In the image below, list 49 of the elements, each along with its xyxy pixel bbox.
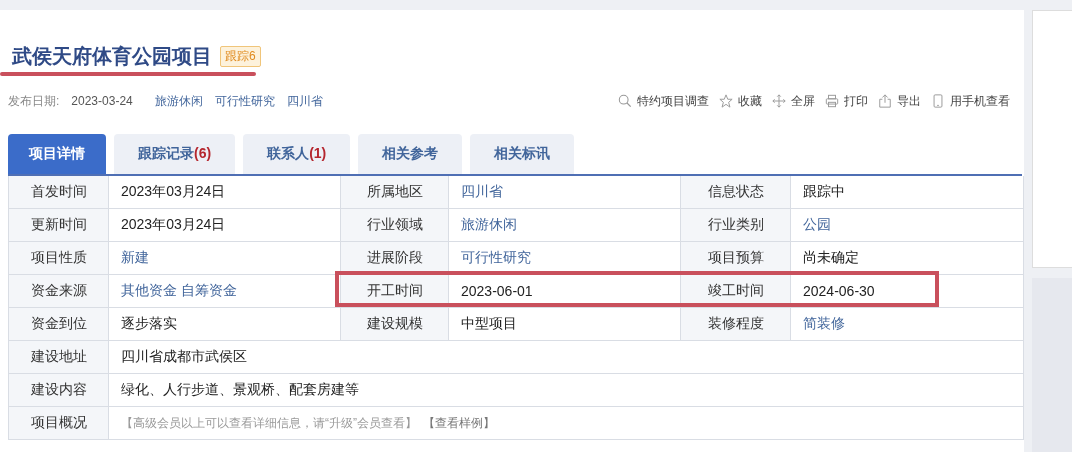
publish-date-label: 发布日期: <box>8 92 60 110</box>
tab[interactable]: 相关标讯 <box>470 134 575 174</box>
field-label: 项目预算 <box>681 242 791 274</box>
field-label: 建设地址 <box>9 341 109 373</box>
search-icon <box>618 94 633 108</box>
field-label: 所属地区 <box>341 176 449 208</box>
field-label: 资金到位 <box>9 308 109 340</box>
toolbar-action[interactable]: 导出 <box>878 92 922 110</box>
field-value[interactable]: 简装修 <box>791 308 1023 340</box>
toolbar-action[interactable]: 特约项目调查 <box>618 92 710 110</box>
printer-icon <box>825 94 840 108</box>
field-label: 资金来源 <box>9 275 109 307</box>
project-title: 武侯天府体育公园项目 <box>12 43 212 69</box>
field-value: 绿化、人行步道、景观桥、配套房建等 <box>120 380 360 399</box>
field-value: 尚未确定 <box>802 248 860 267</box>
tracking-badge: 跟踪6 <box>220 45 261 67</box>
phone-icon <box>931 94 946 108</box>
field-label: 进展阶段 <box>341 242 449 274</box>
toolbar-action[interactable]: 收藏 <box>719 92 763 110</box>
export-icon <box>878 94 893 108</box>
field-label: 行业领域 <box>341 209 449 241</box>
upgrade-notice: 【高级会员以上可以查看详细信息，请“升级”会员查看】 <box>121 414 417 432</box>
field-value: 四川省成都市武侯区 <box>120 347 248 366</box>
tag-link[interactable]: 旅游休闲 <box>154 92 203 110</box>
move-arrows-icon <box>772 94 787 108</box>
tab[interactable]: 联系人(1) <box>243 134 351 174</box>
field-label: 行业类别 <box>681 209 791 241</box>
field-label: 信息状态 <box>681 176 791 208</box>
toolbar-action[interactable]: 用手机查看 <box>931 92 1011 110</box>
toolbar-action[interactable]: 全屏 <box>772 92 816 110</box>
field-label: 首发时间 <box>9 176 109 208</box>
field-label: 建设内容 <box>9 374 109 406</box>
view-sample-link[interactable]: 【查看样例】 <box>423 414 495 432</box>
field-label: 建设规模 <box>341 308 449 340</box>
field-value[interactable]: 公园 <box>791 209 1023 241</box>
publish-date: 2023-03-24 <box>71 94 133 108</box>
field-value: 跟踪中 <box>802 182 846 201</box>
toolbar-action[interactable]: 打印 <box>825 92 869 110</box>
tab[interactable]: 相关参考 <box>358 134 463 174</box>
tag-link[interactable]: 四川省 <box>286 92 323 110</box>
field-label: 项目性质 <box>9 242 109 274</box>
tab[interactable]: 跟踪记录(6) <box>114 134 236 174</box>
field-label: 更新时间 <box>9 209 109 241</box>
tab[interactable]: 项目详情 <box>8 134 106 174</box>
star-icon <box>719 94 734 108</box>
tag-link[interactable]: 可行性研究 <box>214 92 275 110</box>
field-value: 2024-06-30 <box>802 282 876 301</box>
field-label: 装修程度 <box>681 308 791 340</box>
field-label: 项目概况 <box>9 407 109 439</box>
